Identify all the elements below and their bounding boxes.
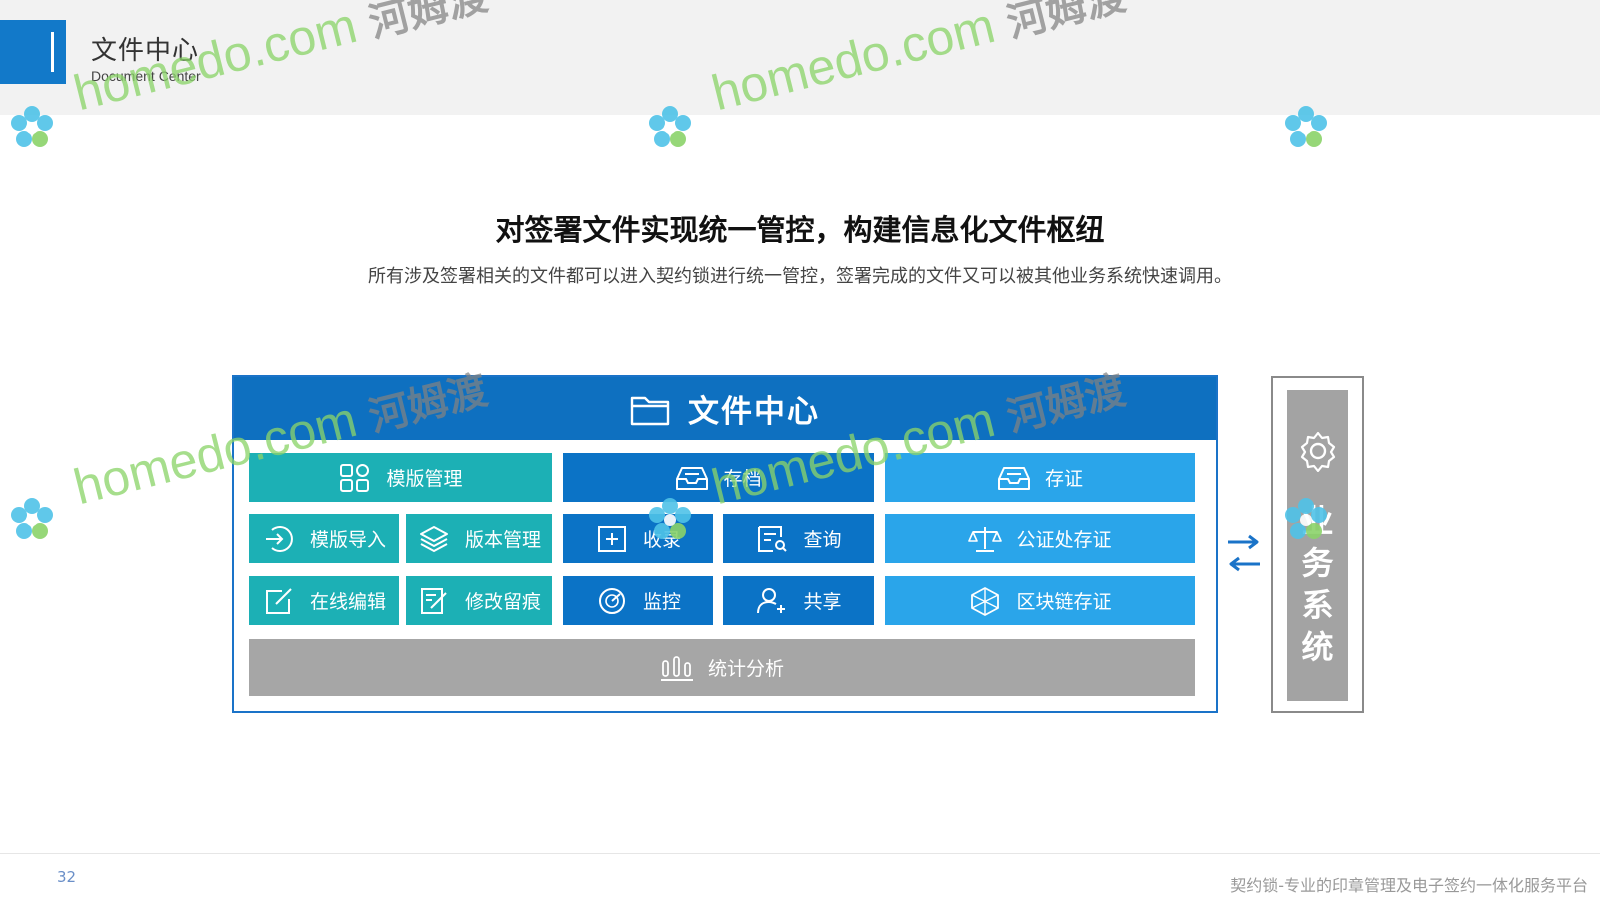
tile-label: 在线编辑 bbox=[309, 591, 386, 613]
page-headline: 对签署文件实现统一管控，构建信息化文件枢纽 bbox=[495, 213, 1105, 247]
tile-label: 存档 bbox=[723, 468, 762, 490]
tile-label: 版本管理 bbox=[464, 529, 541, 551]
side-char: 统 bbox=[1301, 628, 1334, 666]
radar-icon bbox=[598, 587, 625, 614]
tile-query[interactable]: 查询 bbox=[723, 514, 874, 563]
section-subtitle: Document Center bbox=[91, 68, 201, 84]
tile-notary-evidence[interactable]: 公证处存证 bbox=[885, 514, 1195, 563]
tile-monitor[interactable]: 监控 bbox=[563, 576, 713, 625]
gear-icon bbox=[1300, 431, 1336, 472]
tile-template-import[interactable]: 模版导入 bbox=[249, 514, 399, 563]
add-user-icon bbox=[757, 587, 786, 613]
tile-label: 统计分析 bbox=[707, 658, 784, 680]
tile-label: 模版管理 bbox=[386, 468, 463, 490]
grid-icon bbox=[340, 463, 370, 492]
tile-label: 共享 bbox=[803, 591, 842, 613]
business-system-bar: 业 务 系 统 bbox=[1287, 390, 1348, 701]
side-char: 系 bbox=[1301, 586, 1334, 624]
cube-network-icon bbox=[971, 586, 1000, 616]
section-title: 文件中心 bbox=[91, 36, 200, 66]
header-accent-block bbox=[0, 20, 66, 84]
import-icon bbox=[265, 525, 293, 552]
tile-label: 监控 bbox=[642, 591, 681, 613]
tile-collect[interactable]: 收录 bbox=[563, 514, 713, 563]
tile-template-management[interactable]: 模版管理 bbox=[249, 453, 552, 502]
tile-evidence[interactable]: 存证 bbox=[885, 453, 1195, 502]
panel-header: 文件中心 bbox=[234, 377, 1216, 440]
tile-archive[interactable]: 存档 bbox=[563, 453, 874, 502]
panel-title: 文件中心 bbox=[688, 394, 820, 430]
footer-text: 契约锁-专业的印章管理及电子签约一体化服务平台 bbox=[1230, 876, 1588, 895]
page-description: 所有涉及签署相关的文件都可以进入契约锁进行统一管控，签署完成的文件又可以被其他业… bbox=[368, 266, 1232, 287]
header-accent-line bbox=[51, 32, 54, 72]
business-system-label: 业 务 系 统 bbox=[1287, 500, 1348, 668]
tile-label: 区块链存证 bbox=[1016, 591, 1112, 613]
tile-label: 公证处存证 bbox=[1016, 529, 1112, 551]
footer-divider bbox=[0, 853, 1600, 854]
document-search-icon bbox=[758, 525, 788, 552]
tile-label: 查询 bbox=[803, 529, 842, 551]
tile-version-management[interactable]: 版本管理 bbox=[406, 514, 552, 563]
add-box-icon bbox=[597, 525, 626, 552]
side-char: 务 bbox=[1301, 544, 1334, 582]
tile-label: 收录 bbox=[642, 529, 681, 551]
tile-label: 修改留痕 bbox=[464, 591, 541, 613]
folder-icon bbox=[630, 396, 670, 425]
tile-revision-trace[interactable]: 修改留痕 bbox=[406, 576, 552, 625]
inbox-icon bbox=[676, 466, 709, 490]
tile-online-edit[interactable]: 在线编辑 bbox=[249, 576, 399, 625]
header-bar bbox=[0, 0, 1600, 115]
document-edit-icon bbox=[420, 587, 447, 614]
side-char: 业 bbox=[1301, 502, 1334, 540]
inbox-icon bbox=[997, 466, 1030, 490]
edit-icon bbox=[265, 587, 292, 614]
document-center-panel: 文件中心 模版管理 存档 存证 模版导入 版本管理 收录 查询 公证处存证 在线… bbox=[232, 375, 1218, 713]
tile-share[interactable]: 共享 bbox=[723, 576, 874, 625]
tile-blockchain-evidence[interactable]: 区块链存证 bbox=[885, 576, 1195, 625]
bar-chart-icon bbox=[660, 655, 693, 681]
layers-icon bbox=[419, 525, 448, 552]
page-number: 32 bbox=[57, 868, 77, 886]
tile-statistics[interactable]: 统计分析 bbox=[249, 639, 1195, 696]
tile-label: 模版导入 bbox=[309, 529, 386, 551]
tile-label: 存证 bbox=[1044, 468, 1083, 490]
business-system-box: 业 务 系 统 bbox=[1271, 376, 1364, 713]
scale-icon bbox=[968, 526, 1003, 552]
bidirectional-arrows-icon bbox=[1228, 534, 1260, 572]
